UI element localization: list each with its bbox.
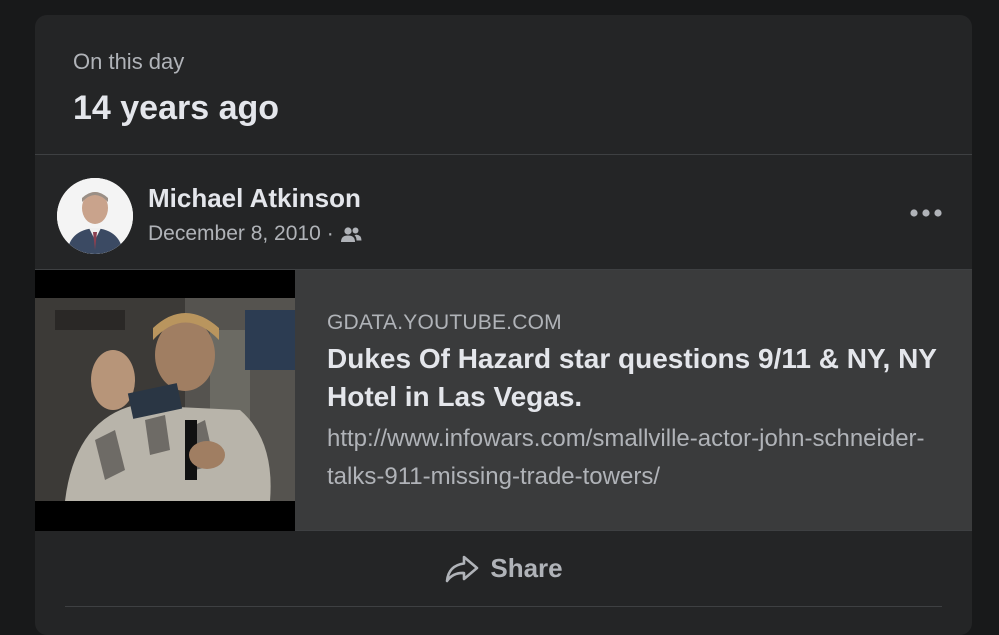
memory-title: 14 years ago [73,89,280,127]
divider [65,606,942,607]
post-actions: Share [35,531,972,607]
memory-header: On this day 14 years ago [35,15,972,155]
video-thumbnail[interactable] [35,270,295,531]
friends-icon[interactable] [340,225,362,243]
avatar-image [57,178,133,254]
share-label: Share [490,553,563,583]
avatar[interactable] [57,178,133,254]
link-text: GDATA.YOUTUBE.COM Dukes Of Hazard star q… [327,310,947,496]
post-meta: December 8, 2010 · [148,221,362,247]
share-arrow-icon [446,555,479,582]
post-header: Michael Atkinson December 8, 2010 · [35,155,972,268]
author-name[interactable]: Michael Atkinson [148,183,361,213]
meta-separator: · [326,222,334,245]
share-button[interactable]: Share [65,531,942,606]
more-options-button[interactable] [906,195,946,231]
post-date[interactable]: December 8, 2010 [148,221,321,247]
link-description: http://www.infowars.com/smallville-actor… [327,425,925,490]
link-preview[interactable]: GDATA.YOUTUBE.COM Dukes Of Hazard star q… [35,269,972,531]
link-domain: GDATA.YOUTUBE.COM [327,311,562,334]
more-options-icon [910,209,942,217]
memory-card: On this day 14 years ago Michael Atkinso… [35,15,972,635]
link-title[interactable]: Dukes Of Hazard star questions 9/11 & NY… [327,340,947,416]
memory-label: On this day [73,49,185,74]
